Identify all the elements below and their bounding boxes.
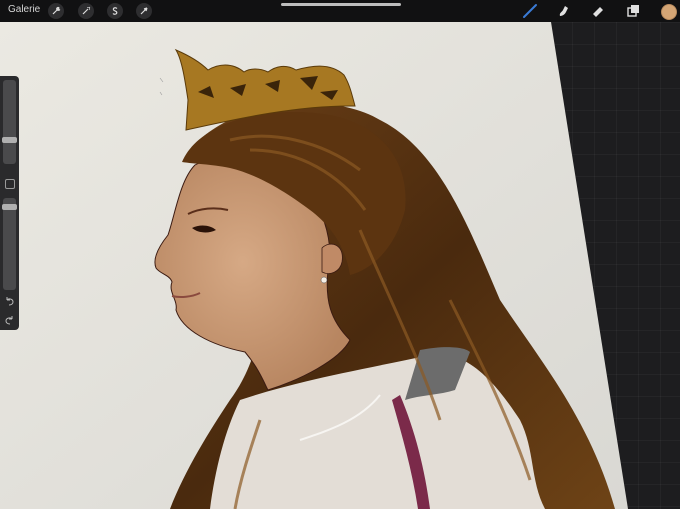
brush-icon[interactable] [522, 3, 538, 19]
redo-icon[interactable] [4, 315, 15, 326]
top-drag-handle[interactable] [281, 3, 401, 6]
smudge-icon[interactable] [556, 3, 572, 19]
opacity-thumb[interactable] [2, 204, 17, 210]
selection-s-icon[interactable] [107, 3, 123, 19]
layers-icon[interactable] [625, 3, 641, 19]
undo-icon[interactable] [4, 296, 15, 307]
top-toolbar: Galerie [0, 0, 680, 22]
brush-size-slider[interactable] [2, 80, 17, 164]
gallery-button[interactable]: Galerie [8, 4, 40, 15]
left-sidebar [0, 76, 19, 330]
magic-wand-icon[interactable] [78, 3, 94, 19]
artwork-canvas[interactable] [0, 0, 680, 509]
modify-button[interactable] [5, 179, 15, 189]
opacity-slider[interactable] [2, 198, 17, 290]
earring [320, 276, 328, 284]
arrow-cursor-icon[interactable] [136, 3, 152, 19]
brush-size-thumb[interactable] [2, 137, 17, 143]
wrench-icon[interactable] [48, 3, 64, 19]
color-swatch[interactable] [661, 4, 677, 20]
eraser-icon[interactable] [590, 3, 606, 19]
